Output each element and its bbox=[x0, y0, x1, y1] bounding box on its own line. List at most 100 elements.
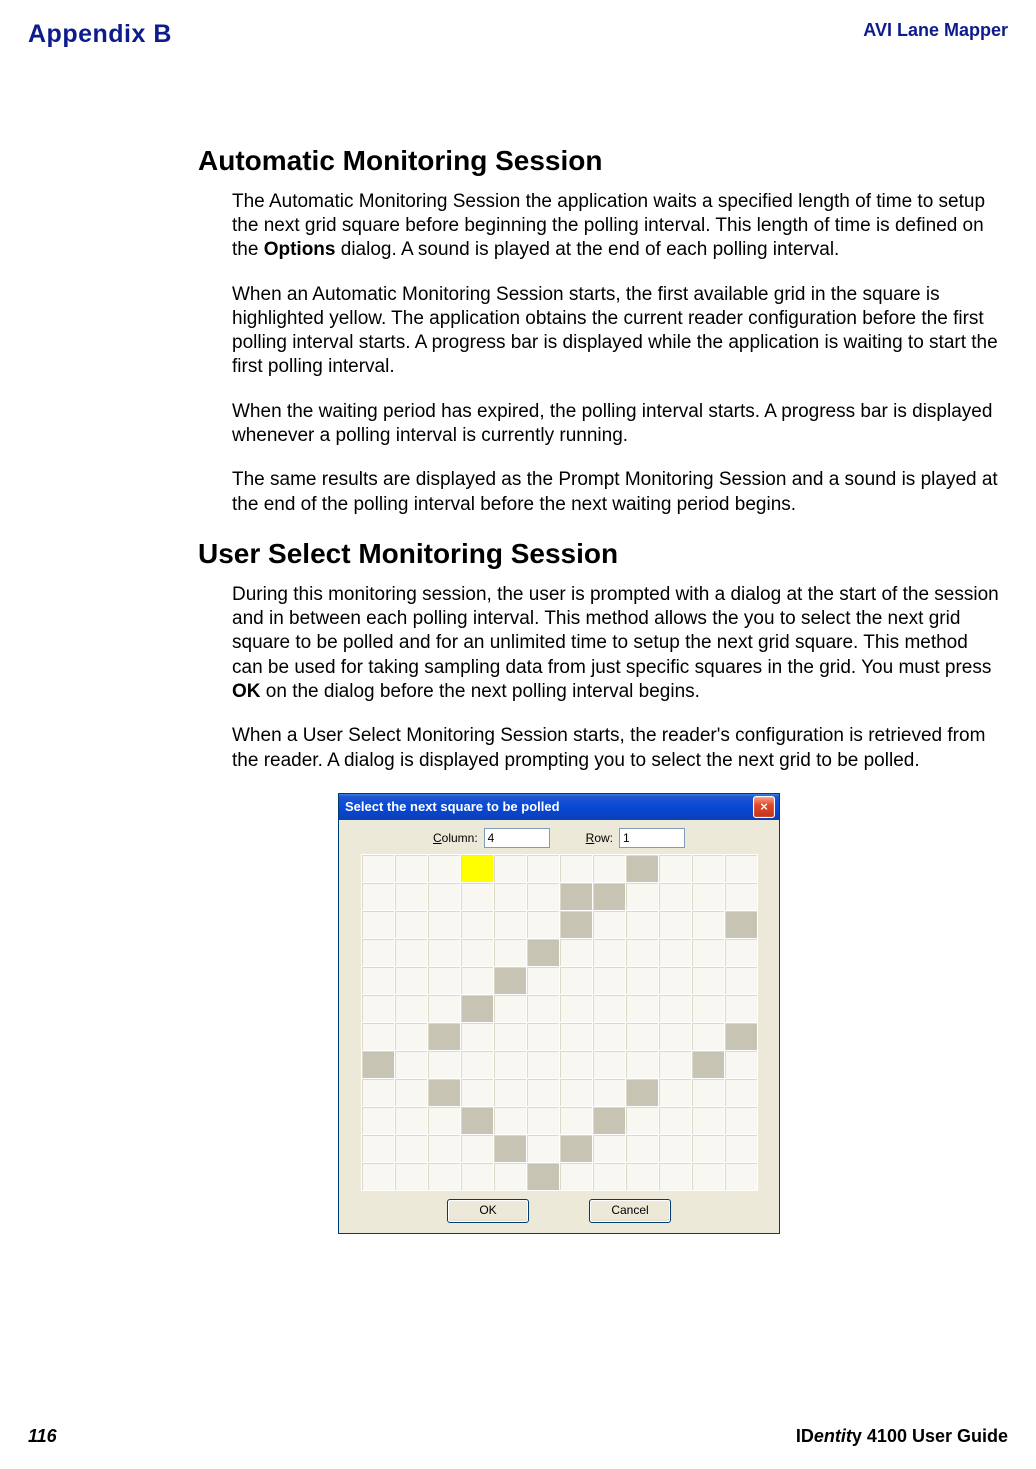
grid-cell[interactable] bbox=[593, 1163, 626, 1191]
grid-cell[interactable] bbox=[725, 911, 758, 939]
grid-cell[interactable] bbox=[560, 1107, 593, 1135]
grid-cell[interactable] bbox=[362, 911, 395, 939]
grid-cell[interactable] bbox=[428, 995, 461, 1023]
grid-cell[interactable] bbox=[362, 1107, 395, 1135]
grid-cell[interactable] bbox=[725, 855, 758, 883]
grid-cell[interactable] bbox=[593, 1051, 626, 1079]
grid-cell[interactable] bbox=[494, 883, 527, 911]
grid-cell[interactable] bbox=[560, 967, 593, 995]
grid-cell[interactable] bbox=[626, 967, 659, 995]
row-input[interactable]: 1 bbox=[619, 828, 685, 848]
grid-cell[interactable] bbox=[692, 1051, 725, 1079]
grid-cell[interactable] bbox=[560, 1135, 593, 1163]
grid-cell[interactable] bbox=[461, 939, 494, 967]
grid-cell[interactable] bbox=[626, 1079, 659, 1107]
grid-cell[interactable] bbox=[527, 1107, 560, 1135]
grid-cell[interactable] bbox=[428, 1163, 461, 1191]
grid-cell[interactable] bbox=[395, 1051, 428, 1079]
grid-cell[interactable] bbox=[725, 1051, 758, 1079]
grid-cell[interactable] bbox=[560, 1023, 593, 1051]
grid-cell[interactable] bbox=[428, 883, 461, 911]
grid-cell[interactable] bbox=[362, 1163, 395, 1191]
grid-cell[interactable] bbox=[692, 1135, 725, 1163]
grid-cell[interactable] bbox=[692, 855, 725, 883]
grid-cell[interactable] bbox=[494, 1023, 527, 1051]
grid-cell[interactable] bbox=[626, 1023, 659, 1051]
grid-cell[interactable] bbox=[461, 883, 494, 911]
grid-cell[interactable] bbox=[428, 1107, 461, 1135]
grid-cell[interactable] bbox=[626, 1163, 659, 1191]
grid-cell[interactable] bbox=[461, 995, 494, 1023]
grid-cell[interactable] bbox=[593, 1135, 626, 1163]
grid-cell[interactable] bbox=[527, 1079, 560, 1107]
grid-cell[interactable] bbox=[428, 1135, 461, 1163]
grid-cell[interactable] bbox=[362, 883, 395, 911]
grid-cell[interactable] bbox=[527, 855, 560, 883]
grid-cell[interactable] bbox=[725, 883, 758, 911]
grid-cell[interactable] bbox=[494, 1051, 527, 1079]
grid-cell[interactable] bbox=[659, 1023, 692, 1051]
grid-cell[interactable] bbox=[461, 967, 494, 995]
grid-cell[interactable] bbox=[593, 1107, 626, 1135]
grid-cell[interactable] bbox=[593, 1023, 626, 1051]
dialog-close-button[interactable]: × bbox=[753, 796, 775, 818]
grid-cell[interactable] bbox=[527, 911, 560, 939]
grid-cell[interactable] bbox=[395, 967, 428, 995]
grid-cell[interactable] bbox=[725, 995, 758, 1023]
grid-cell[interactable] bbox=[362, 1051, 395, 1079]
grid-cell[interactable] bbox=[659, 1107, 692, 1135]
grid-cell[interactable] bbox=[725, 939, 758, 967]
grid-cell[interactable] bbox=[395, 855, 428, 883]
grid-cell[interactable] bbox=[395, 939, 428, 967]
cancel-button[interactable]: Cancel bbox=[589, 1199, 671, 1223]
grid-cell[interactable] bbox=[725, 1079, 758, 1107]
grid-cell[interactable] bbox=[494, 1079, 527, 1107]
grid-cell[interactable] bbox=[593, 939, 626, 967]
grid-cell[interactable] bbox=[395, 1107, 428, 1135]
grid-cell[interactable] bbox=[362, 1079, 395, 1107]
grid-cell[interactable] bbox=[395, 1135, 428, 1163]
ok-button[interactable]: OK bbox=[447, 1199, 529, 1223]
grid-selector[interactable] bbox=[361, 854, 758, 1191]
grid-cell[interactable] bbox=[560, 1051, 593, 1079]
grid-cell[interactable] bbox=[626, 939, 659, 967]
grid-cell[interactable] bbox=[692, 939, 725, 967]
grid-cell[interactable] bbox=[494, 1163, 527, 1191]
grid-cell[interactable] bbox=[725, 1023, 758, 1051]
grid-cell[interactable] bbox=[461, 1051, 494, 1079]
grid-cell[interactable] bbox=[692, 1107, 725, 1135]
grid-cell[interactable] bbox=[659, 855, 692, 883]
grid-cell[interactable] bbox=[659, 911, 692, 939]
grid-cell[interactable] bbox=[527, 1135, 560, 1163]
grid-cell[interactable] bbox=[362, 967, 395, 995]
grid-cell[interactable] bbox=[395, 995, 428, 1023]
grid-cell[interactable] bbox=[428, 855, 461, 883]
grid-cell[interactable] bbox=[560, 1163, 593, 1191]
grid-cell[interactable] bbox=[659, 1135, 692, 1163]
grid-cell[interactable] bbox=[527, 1051, 560, 1079]
grid-cell[interactable] bbox=[626, 855, 659, 883]
grid-cell[interactable] bbox=[626, 883, 659, 911]
grid-cell[interactable] bbox=[395, 911, 428, 939]
grid-cell[interactable] bbox=[395, 1079, 428, 1107]
grid-cell[interactable] bbox=[494, 1135, 527, 1163]
grid-cell[interactable] bbox=[626, 1135, 659, 1163]
grid-cell[interactable] bbox=[494, 855, 527, 883]
grid-cell[interactable] bbox=[593, 911, 626, 939]
grid-cell[interactable] bbox=[362, 855, 395, 883]
grid-cell[interactable] bbox=[527, 995, 560, 1023]
grid-cell[interactable] bbox=[626, 1051, 659, 1079]
grid-cell[interactable] bbox=[593, 1079, 626, 1107]
grid-cell[interactable] bbox=[560, 939, 593, 967]
grid-cell[interactable] bbox=[461, 855, 494, 883]
grid-cell[interactable] bbox=[494, 967, 527, 995]
grid-cell[interactable] bbox=[527, 1163, 560, 1191]
grid-cell[interactable] bbox=[692, 967, 725, 995]
grid-cell[interactable] bbox=[494, 911, 527, 939]
grid-cell[interactable] bbox=[428, 1051, 461, 1079]
grid-cell[interactable] bbox=[428, 1023, 461, 1051]
grid-cell[interactable] bbox=[428, 939, 461, 967]
grid-cell[interactable] bbox=[461, 1107, 494, 1135]
grid-cell[interactable] bbox=[725, 1135, 758, 1163]
grid-cell[interactable] bbox=[362, 1023, 395, 1051]
